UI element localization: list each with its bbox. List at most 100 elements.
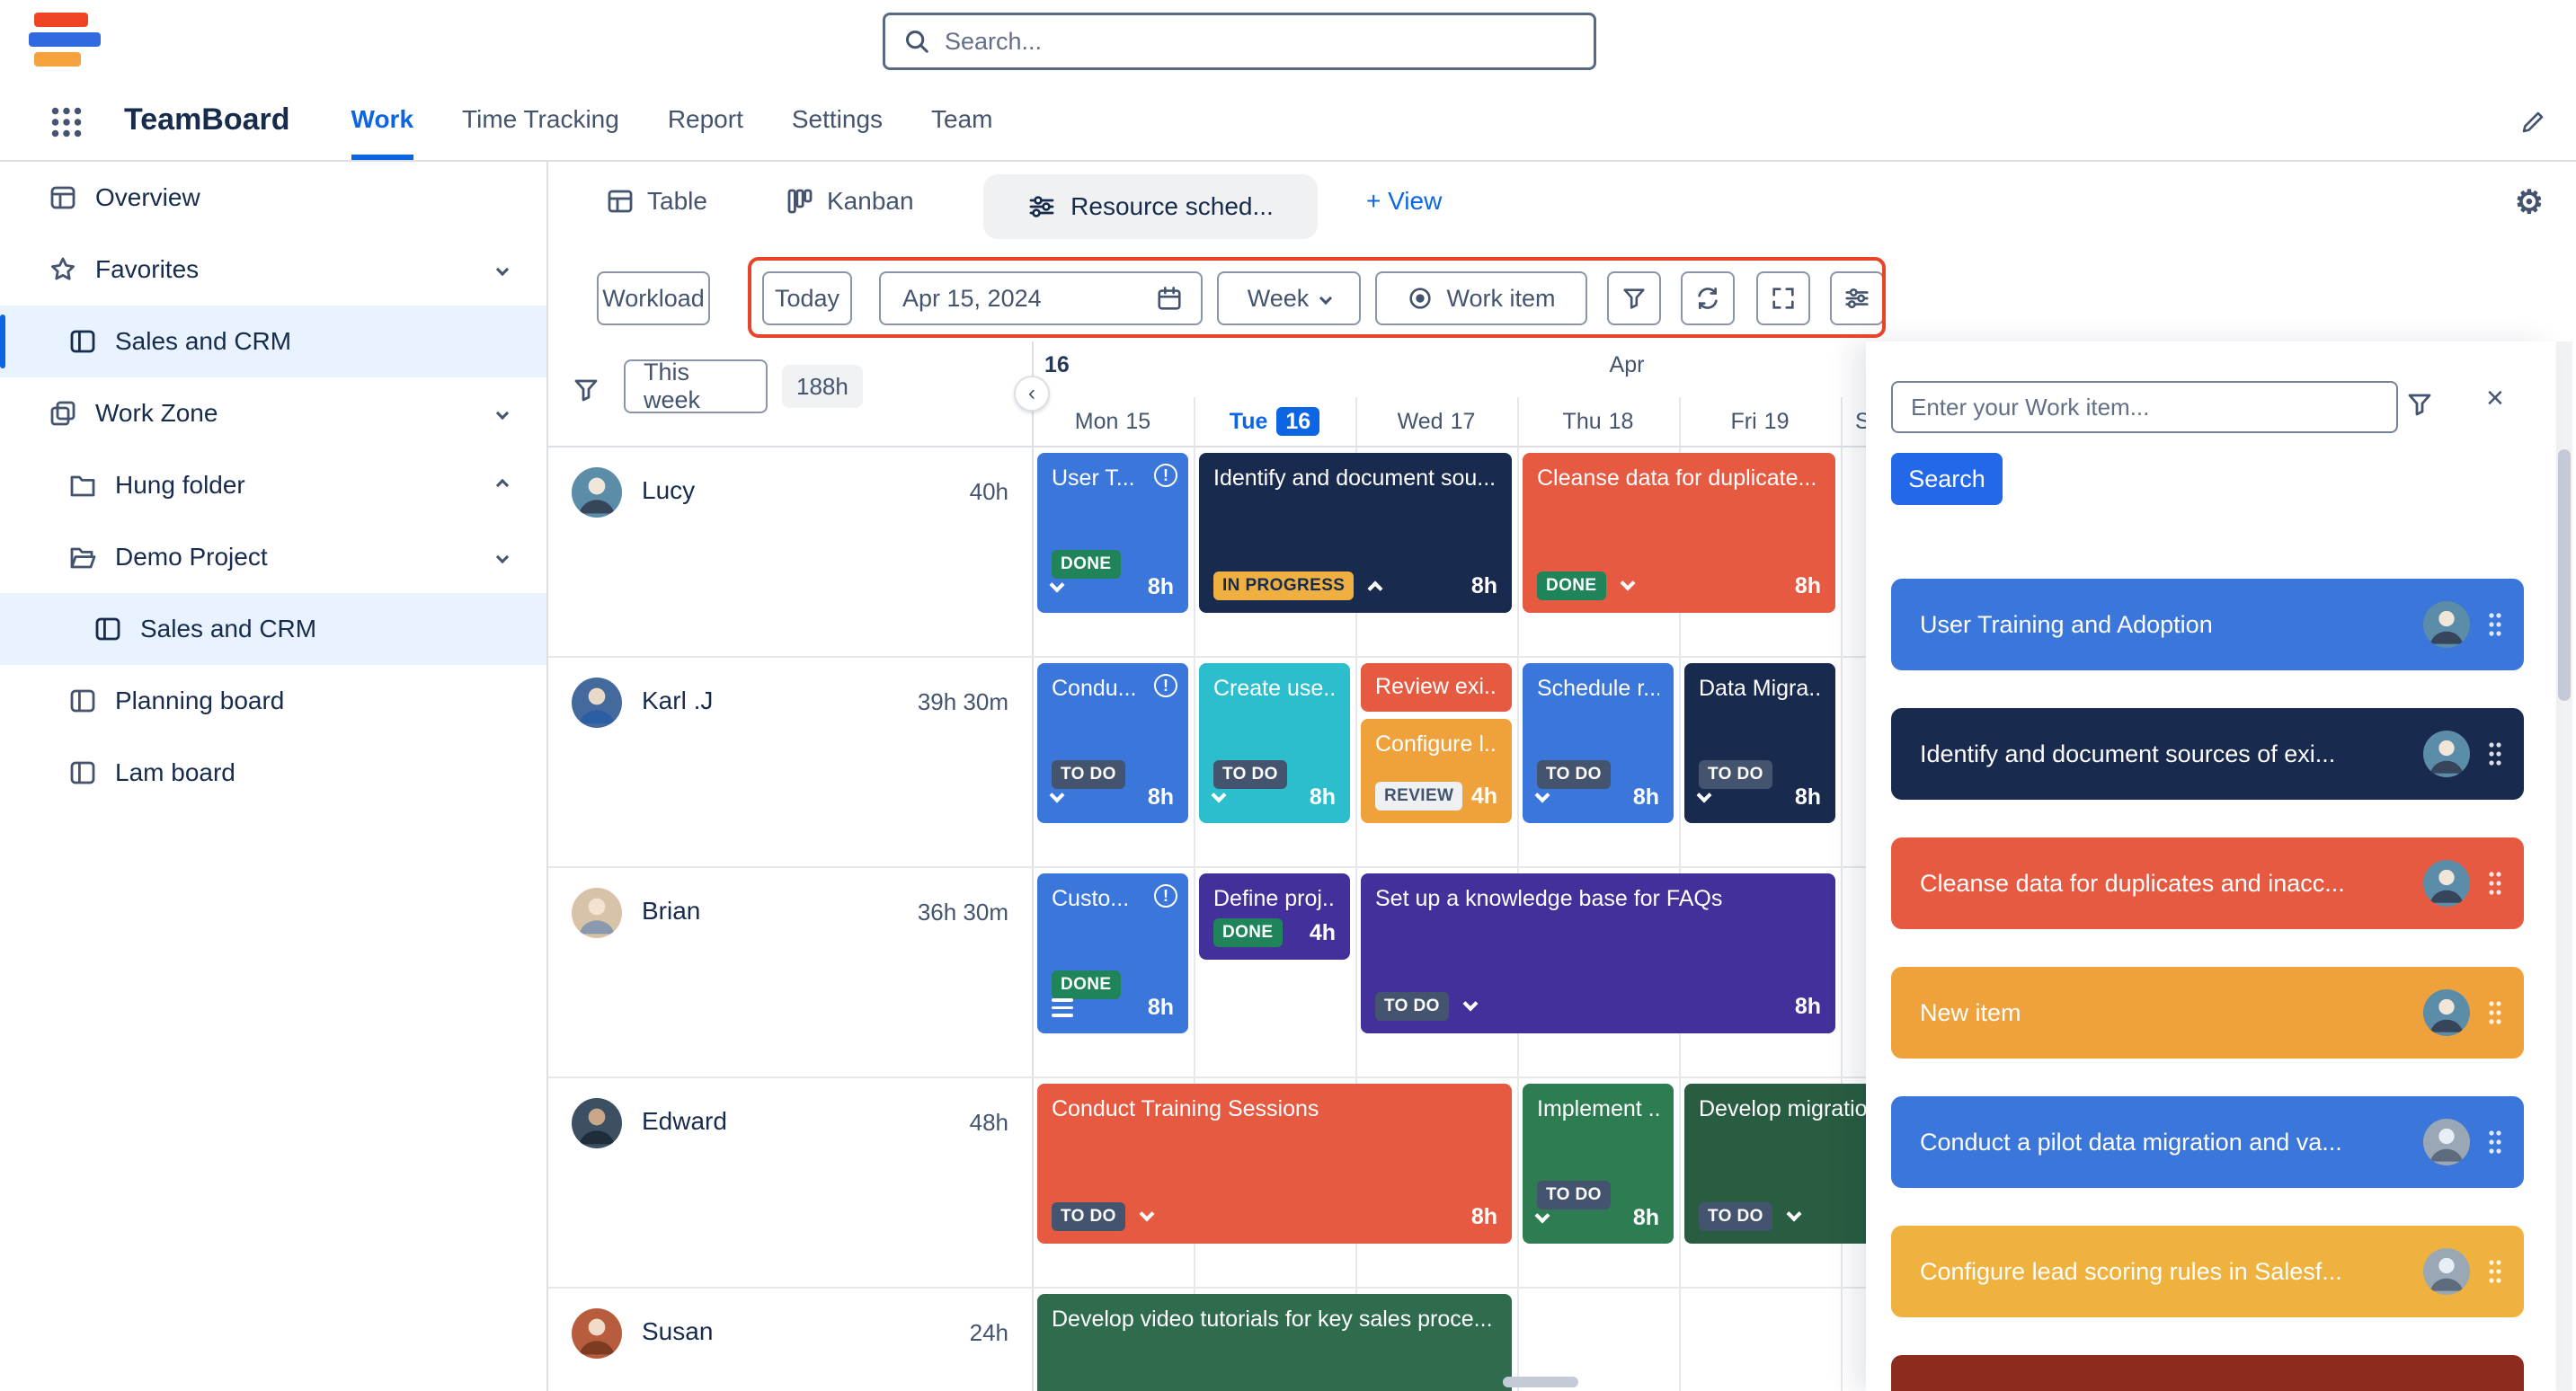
schedule-card[interactable]: Implement ... TO DO 8h [1523, 1084, 1674, 1244]
work-item-search-input[interactable] [1911, 394, 2378, 421]
schedule-card[interactable]: Cleanse data for duplicate... DONE8h [1523, 453, 1835, 613]
status-badge[interactable]: DONE [1213, 918, 1283, 947]
app-switcher-icon[interactable] [49, 104, 84, 140]
view-settings-button[interactable]: ⚙ [2515, 183, 2544, 221]
sidebar-item-sales-and-crm[interactable]: Sales and CRM [0, 306, 546, 377]
close-icon[interactable]: × [2486, 383, 2504, 413]
resource-name[interactable]: Edward [642, 1107, 727, 1136]
schedule-card[interactable]: Define proj... DONE4h [1199, 873, 1350, 960]
schedule-card[interactable]: Set up a knowledge base for FAQs TO DO8h [1361, 873, 1835, 1033]
schedule-card[interactable]: Create use... TO DO 8h [1199, 663, 1350, 823]
sidebar-item-label: Overview [95, 183, 200, 212]
chevron-down-icon[interactable] [496, 407, 509, 420]
resource-name[interactable]: Susan [642, 1317, 713, 1346]
nav-tab-time-tracking[interactable]: Time Tracking [462, 83, 619, 160]
teamboard-logo-icon[interactable] [29, 13, 104, 70]
work-item-card[interactable]: New item [1891, 967, 2524, 1059]
sidebar-item-planning-board[interactable]: Planning board [0, 665, 546, 737]
chevron-down-icon[interactable] [1535, 1208, 1550, 1223]
drag-handle-icon[interactable] [2488, 741, 2502, 766]
work-item-card[interactable]: Conduct a pilot data migration and va... [1891, 1096, 2524, 1188]
chevron-down-icon[interactable] [1620, 576, 1635, 591]
status-badge[interactable]: IN PROGRESS [1213, 571, 1354, 600]
sidebar-group-favorites[interactable]: Favorites [0, 234, 546, 306]
search-input[interactable] [945, 28, 1576, 56]
view-tab-table[interactable]: Table [606, 187, 707, 216]
status-badge[interactable]: TO DO [1699, 1202, 1772, 1231]
refresh-button[interactable] [1681, 271, 1735, 325]
schedule-card[interactable]: User T... ! DONE 8h [1037, 453, 1188, 613]
chevron-down-icon[interactable] [496, 263, 509, 276]
schedule-card[interactable]: Configure l... REVIEW4h [1361, 719, 1512, 823]
horizontal-scrollbar[interactable] [1503, 1377, 1578, 1387]
status-badge[interactable]: TO DO [1052, 1202, 1125, 1231]
drag-handle-icon[interactable] [2488, 871, 2502, 896]
nav-tab-report[interactable]: Report [668, 83, 743, 160]
sidebar-group-work-zone[interactable]: Work Zone [0, 377, 546, 449]
drag-handle-icon[interactable] [2488, 1130, 2502, 1155]
collapse-panel-button[interactable]: ‹ [1014, 376, 1050, 412]
nav-tab-team[interactable]: Team [931, 83, 992, 160]
work-item-card[interactable]: Identify and document sources of exi... [1891, 708, 2524, 800]
sidebar-item-demo-project[interactable]: Demo Project [0, 521, 546, 593]
schedule-card[interactable]: Develop video tutorials for key sales pr… [1037, 1294, 1512, 1391]
drag-handle-icon[interactable] [2488, 1259, 2502, 1284]
sidebar-item-overview[interactable]: Overview [0, 162, 546, 234]
schedule-card[interactable]: Identify and document sou... IN PROGRESS… [1199, 453, 1512, 613]
status-badge[interactable]: DONE [1537, 571, 1606, 600]
schedule-card[interactable]: Custo... ! DONE 8h [1037, 873, 1188, 1033]
work-item-card[interactable] [1891, 1355, 2524, 1391]
sidebar-item-sales-and-crm-nested[interactable]: Sales and CRM [0, 593, 546, 665]
range-select[interactable]: Week [1217, 271, 1361, 325]
warning-icon: ! [1154, 884, 1177, 908]
nav-tab-work[interactable]: Work [351, 83, 414, 160]
this-week-button[interactable]: This week [624, 359, 768, 413]
sidebar-item-hung-folder[interactable]: Hung folder [0, 449, 546, 521]
chevron-down-icon[interactable] [496, 551, 509, 563]
work-item-button[interactable]: Work item [1375, 271, 1587, 325]
schedule-card[interactable]: Condu... ! TO DO 8h [1037, 663, 1188, 823]
drag-handle-icon[interactable] [2488, 612, 2502, 637]
chevron-down-icon[interactable] [1050, 787, 1065, 802]
schedule-card[interactable]: Data Migra... TO DO 8h [1684, 663, 1835, 823]
fullscreen-button[interactable] [1756, 271, 1810, 325]
chevron-down-icon[interactable] [1786, 1207, 1801, 1222]
drag-handle-icon[interactable] [2488, 1000, 2502, 1025]
chevron-down-icon[interactable] [1212, 787, 1227, 802]
vertical-scrollbar[interactable] [2558, 449, 2571, 701]
resource-name[interactable]: Lucy [642, 476, 695, 505]
filter-icon[interactable] [2405, 390, 2434, 419]
card-hours: 8h [1148, 995, 1174, 1021]
chevron-down-icon[interactable] [1462, 997, 1478, 1012]
resource-name[interactable]: Brian [642, 897, 700, 926]
work-item-card[interactable]: Cleanse data for duplicates and inacc... [1891, 837, 2524, 929]
view-tab-kanban[interactable]: Kanban [786, 187, 914, 216]
chevron-down-icon[interactable] [1535, 787, 1550, 802]
status-badge[interactable]: REVIEW [1375, 782, 1462, 811]
chevron-down-icon[interactable] [1139, 1207, 1154, 1222]
schedule-card[interactable]: Review exi... [1361, 663, 1512, 712]
schedule-card[interactable]: Conduct Training Sessions TO DO8h [1037, 1084, 1512, 1244]
status-badge[interactable]: TO DO [1375, 992, 1449, 1021]
workload-button[interactable]: Workload [597, 271, 710, 325]
filter-button[interactable] [1607, 271, 1661, 325]
view-tab-resource-scheduling[interactable]: Resource sched... [983, 174, 1318, 239]
add-view-button[interactable]: + View [1366, 187, 1442, 216]
today-button[interactable]: Today [762, 271, 852, 325]
date-picker[interactable]: Apr 15, 2024 [879, 271, 1203, 325]
filter-icon[interactable] [572, 376, 600, 404]
panel-search-button[interactable]: Search [1891, 453, 2003, 505]
chevron-down-icon[interactable] [1050, 577, 1065, 592]
work-item-card[interactable]: User Training and Adoption [1891, 579, 2524, 670]
display-settings-button[interactable] [1830, 271, 1884, 325]
chevron-down-icon[interactable] [1697, 787, 1712, 802]
sidebar-item-lam-board[interactable]: Lam board [0, 737, 546, 809]
chevron-up-icon[interactable] [496, 479, 509, 492]
menu-icon[interactable] [1052, 998, 1073, 1017]
resource-name[interactable]: Karl .J [642, 687, 713, 715]
work-item-card[interactable]: Configure lead scoring rules in Salesf..… [1891, 1226, 2524, 1317]
schedule-card[interactable]: Schedule r... TO DO 8h [1523, 663, 1674, 823]
chevron-up-icon[interactable] [1368, 581, 1383, 597]
nav-tab-settings[interactable]: Settings [792, 83, 883, 160]
edit-icon[interactable] [2518, 108, 2547, 137]
